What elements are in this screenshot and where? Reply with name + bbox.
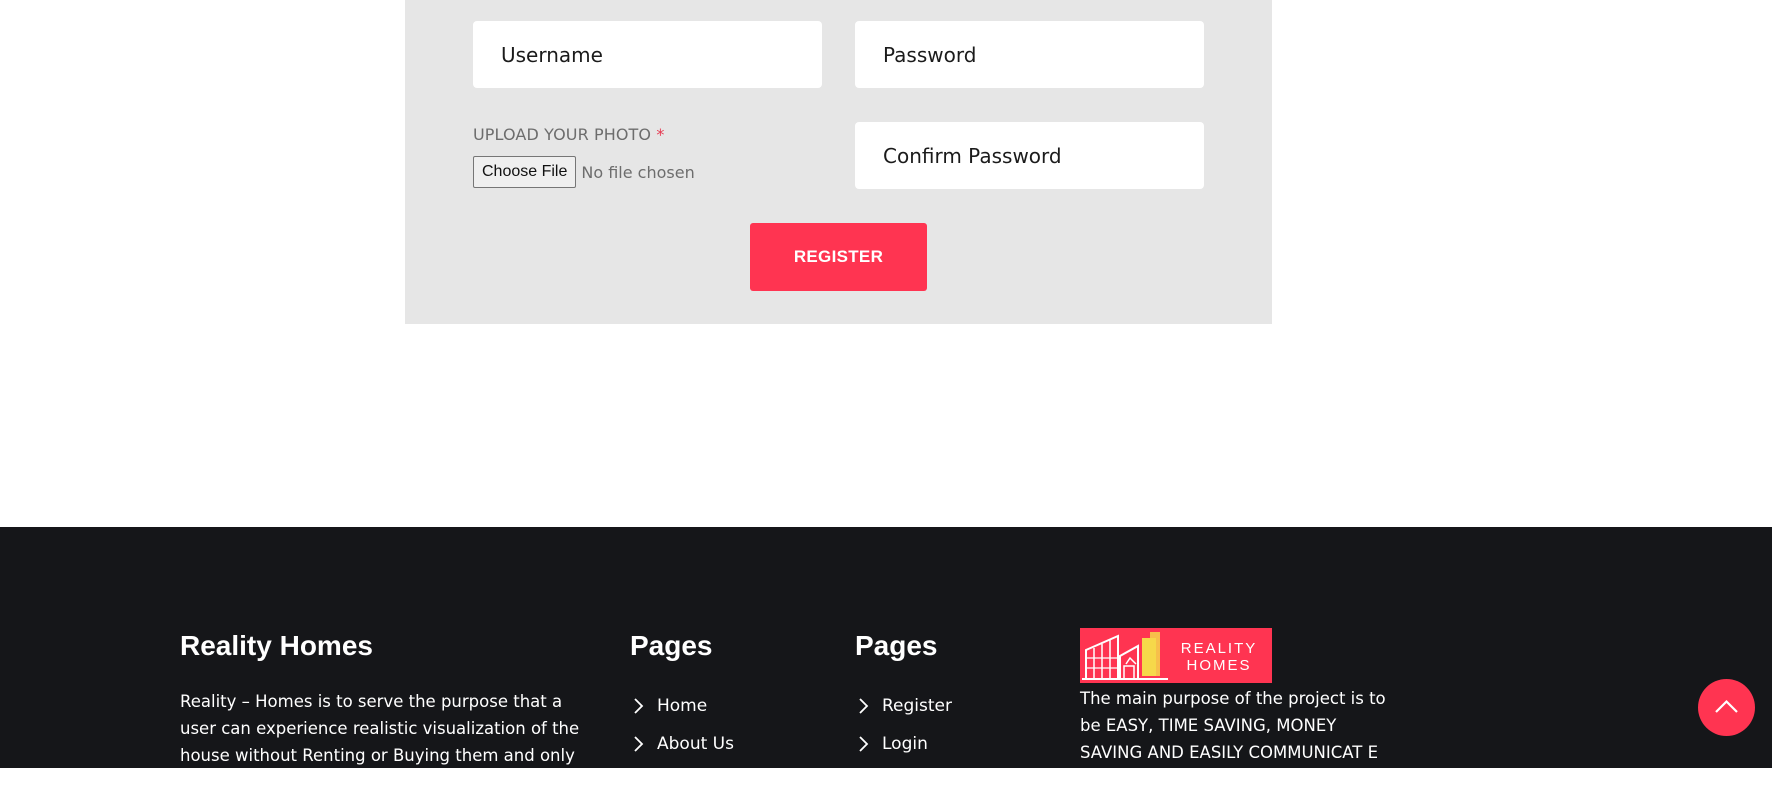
chevron-up-icon (1715, 699, 1738, 713)
password-input[interactable] (855, 21, 1204, 88)
no-file-chosen-text: No file chosen (581, 162, 695, 182)
upload-photo-label-text: UPLOAD YOUR PHOTO (473, 125, 652, 144)
footer-about-title: Reality Homes (180, 630, 373, 661)
required-marker: * (656, 125, 665, 144)
footer-link-register[interactable]: Register (855, 687, 952, 725)
footer-pages-title-2: Pages (855, 630, 938, 661)
footer-about-text: Reality – Homes is to serve the purpose … (180, 692, 580, 792)
footer-pages-list-2: Register Login (855, 687, 952, 763)
footer-link-home[interactable]: Home (630, 687, 734, 725)
upload-photo-label: UPLOAD YOUR PHOTO * (473, 125, 664, 144)
reality-homes-logo: REALITY HOMES (1080, 628, 1272, 683)
username-input[interactable] (473, 21, 822, 88)
logo-text: REALITY HOMES (1170, 640, 1268, 674)
building-logo-icon (1082, 632, 1168, 680)
file-upload: Choose File No file chosen (473, 156, 695, 188)
chevron-right-icon (859, 698, 869, 714)
logo-line-2: HOMES (1186, 657, 1252, 674)
register-button[interactable]: REGISTER (750, 223, 927, 291)
scroll-to-top-button[interactable] (1698, 679, 1755, 736)
chevron-right-icon (634, 736, 644, 752)
footer-link-label: Home (657, 696, 708, 716)
logo-line-1: REALITY (1180, 640, 1258, 657)
register-form: UPLOAD YOUR PHOTO * Choose File No file … (405, 0, 1272, 324)
footer-link-login[interactable]: Login (855, 725, 952, 763)
footer-link-about-us[interactable]: About Us (630, 725, 734, 763)
footer-link-label: About Us (657, 734, 734, 754)
footer-pages-list: Home About Us (630, 687, 734, 763)
footer-pages-title: Pages (630, 630, 713, 661)
footer-link-label: Login (882, 734, 928, 754)
footer-link-label: Register (882, 696, 952, 716)
chevron-right-icon (634, 698, 644, 714)
footer: Reality Homes Reality – Homes is to serv… (0, 527, 1772, 792)
choose-file-button[interactable]: Choose File (473, 156, 577, 188)
chevron-right-icon (859, 736, 869, 752)
footer-purpose-text: The main purpose of the project is to be… (1080, 689, 1386, 762)
confirm-password-input[interactable] (855, 122, 1204, 189)
